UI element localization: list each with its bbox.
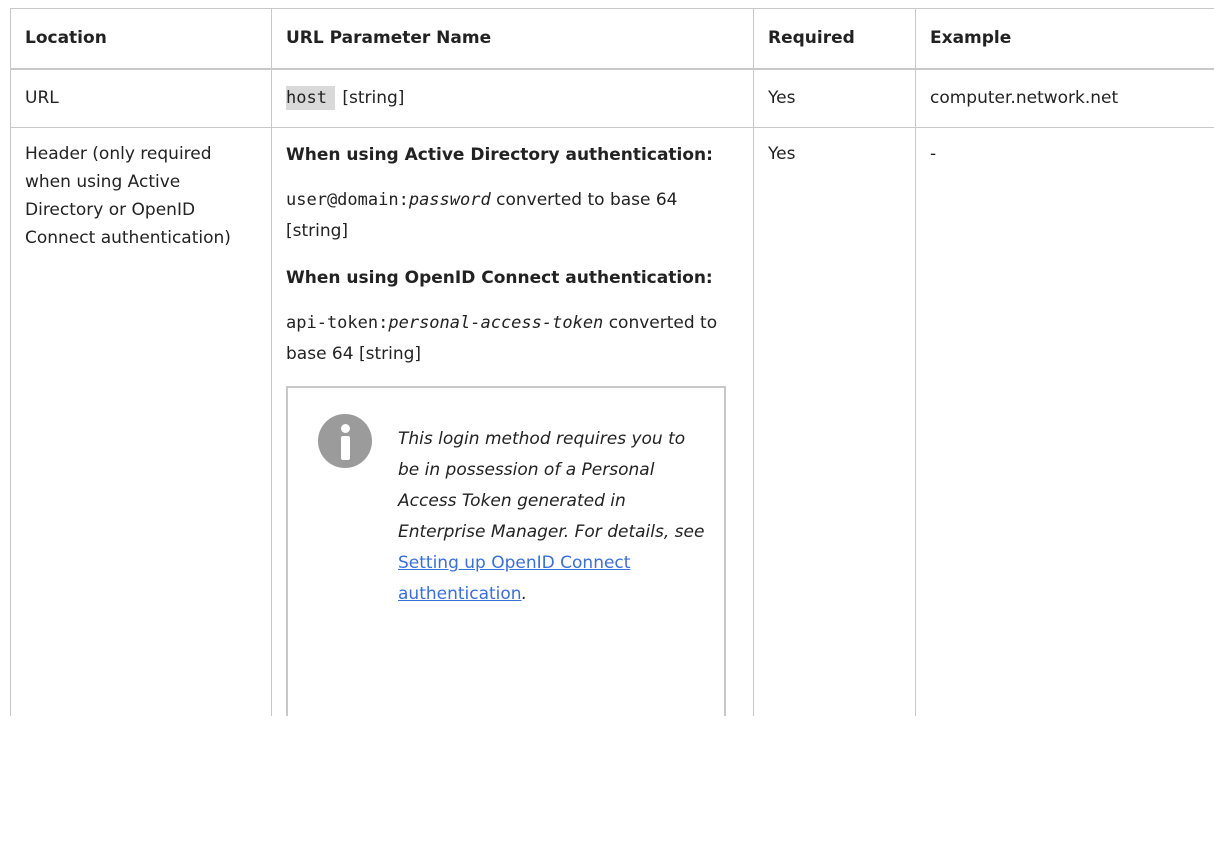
location-text: Header (only required when using Active … <box>25 144 231 248</box>
caption-strip <box>0 0 1214 8</box>
note-end: . <box>521 584 527 604</box>
note-box: This login method requires you to be in … <box>286 386 726 716</box>
ad-credential-format: user@domain:password converted to base 6… <box>286 185 739 247</box>
cell-param-name: When using Active Directory authenticati… <box>271 127 754 716</box>
info-icon <box>318 414 372 468</box>
oidc-heading: When using OpenID Connect authentication… <box>286 268 713 288</box>
header-param-name: URL Parameter Name <box>271 8 754 70</box>
oidc-code-italic: personal-access-token <box>388 313 604 333</box>
cell-example: - <box>915 127 1214 716</box>
header-example: Example <box>915 8 1214 70</box>
oidc-credential-format: api-token:personal-access-token converte… <box>286 308 739 370</box>
table-header-row: Location URL Parameter Name Required Exa… <box>10 8 1214 70</box>
cell-param-name: host [string] <box>271 68 754 128</box>
note-text: This login method requires you to be in … <box>398 429 705 542</box>
table-row: Header (only required when using Active … <box>10 127 1214 716</box>
ad-code-italic: password <box>408 190 491 210</box>
header-required: Required <box>753 8 916 70</box>
cell-example: computer.network.net <box>915 68 1214 128</box>
param-type: [string] <box>342 88 405 109</box>
ad-heading: When using Active Directory authenticati… <box>286 145 713 165</box>
param-code: host <box>286 86 335 111</box>
cell-location: URL <box>10 68 272 128</box>
oidc-code-plain: api-token: <box>286 313 389 333</box>
parameters-table: Location URL Parameter Name Required Exa… <box>10 8 1214 716</box>
cell-required: Yes <box>753 127 916 716</box>
openid-setup-link[interactable]: Setting up OpenID Connect authentication <box>398 553 630 604</box>
table-row: URL host [string] Yes computer.network.n… <box>10 68 1214 128</box>
ad-code-plain: user@domain: <box>286 190 409 210</box>
cell-location: Header (only required when using Active … <box>10 127 272 716</box>
cell-required: Yes <box>753 68 916 128</box>
header-location: Location <box>10 8 272 70</box>
